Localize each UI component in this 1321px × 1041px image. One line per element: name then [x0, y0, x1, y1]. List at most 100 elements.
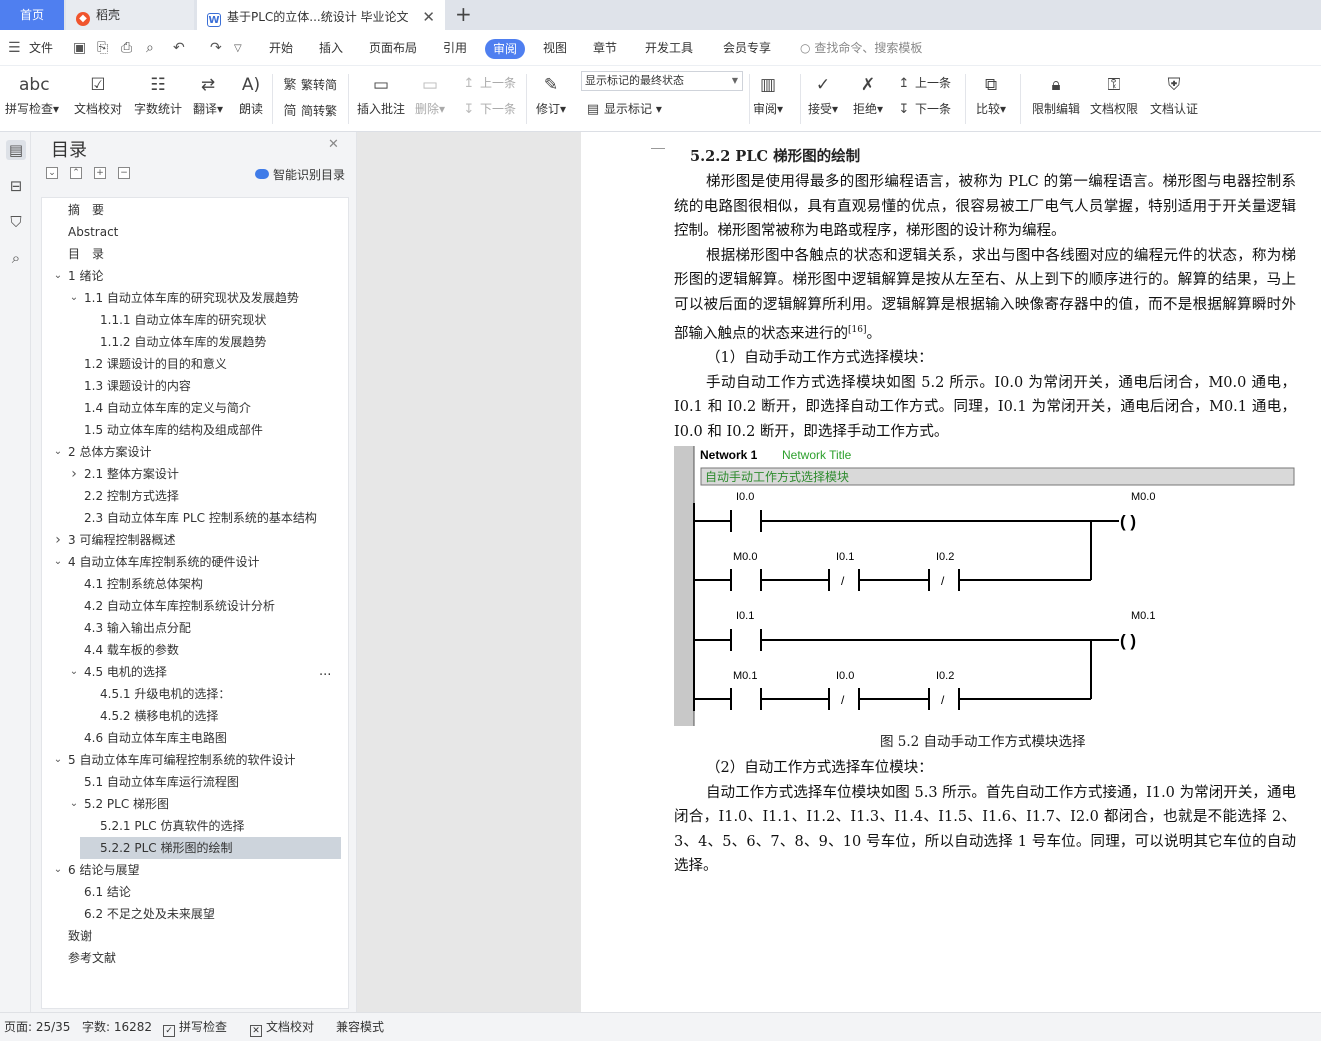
toc-item[interactable]: 1.1.2 自动立体车库的发展趋势: [42, 331, 342, 353]
toc-item[interactable]: 5.1 自动立体车库运行流程图: [42, 771, 348, 793]
delete-comment-button[interactable]: ▭ 删除▾: [415, 72, 445, 117]
menu-chapter[interactable]: 章节: [593, 30, 617, 66]
toc-item[interactable]: 1.2 课题设计的目的和意义: [42, 353, 348, 375]
prev-change-button[interactable]: ↥ 上一条: [896, 74, 951, 91]
menu-start[interactable]: 开始: [269, 30, 293, 66]
track-changes-button[interactable]: ✎ 修订▾: [536, 72, 566, 117]
toc-panel-icon[interactable]: ▤: [6, 140, 26, 160]
toc-item[interactable]: 4.5.1 升级电机的选择：: [42, 683, 342, 705]
menu-member[interactable]: 会员专享: [723, 30, 771, 66]
close-tab-icon[interactable]: ✕: [422, 2, 435, 30]
accept-button[interactable]: ✓ 接受▾: [808, 72, 838, 117]
toc-item[interactable]: ⌄ 5 自动立体车库可编程控制系统的软件设计: [42, 749, 348, 771]
close-panel-icon[interactable]: ✕: [328, 137, 339, 152]
chevron-down-icon[interactable]: ⌄: [68, 793, 80, 815]
hamburger-menu-icon[interactable]: ☰: [8, 40, 21, 56]
proofread-status[interactable]: ✕ 文档校对: [250, 1013, 314, 1041]
reject-button[interactable]: ✗ 拒绝▾: [853, 72, 883, 117]
find-icon[interactable]: ⌕: [6, 248, 26, 268]
toc-item[interactable]: ⌄ 1 绪论: [42, 265, 348, 287]
review-pane-button[interactable]: ▥ 审阅▾: [753, 72, 783, 117]
chevron-right-icon[interactable]: ›: [68, 463, 80, 485]
command-search[interactable]: ○ 查找命令、搜索模板: [800, 30, 922, 66]
toc-item[interactable]: ⌄ 4.5 电机的选择: [42, 661, 348, 683]
spell-check-button[interactable]: abc 拼写检查▾: [5, 72, 59, 117]
add-heading-icon[interactable]: +: [94, 167, 106, 179]
quick-access-dropdown-icon[interactable]: ▽: [234, 43, 242, 54]
export-pdf-icon[interactable]: ⎘: [97, 40, 108, 56]
word-count-button[interactable]: ☷ 字数统计: [134, 72, 182, 117]
chevron-down-icon[interactable]: ⌄: [52, 441, 64, 463]
doc-rights-button[interactable]: ⚿ 文档权限: [1090, 72, 1138, 117]
tab-home[interactable]: 首页: [0, 0, 64, 30]
toc-item[interactable]: 6.1 结论: [42, 881, 348, 903]
toc-item[interactable]: 目 录: [42, 243, 348, 265]
toc-item[interactable]: 参考文献: [42, 947, 348, 969]
collapse-all-icon[interactable]: ⌄: [46, 167, 58, 179]
redo-icon[interactable]: ↷: [210, 40, 222, 56]
print-preview-icon[interactable]: ⌕: [146, 40, 154, 56]
read-aloud-button[interactable]: A) 朗读: [238, 72, 264, 117]
toc-item[interactable]: ⌄ 5.2 PLC 梯形图: [42, 793, 348, 815]
toc-item[interactable]: › 3 可编程控制器概述: [42, 529, 348, 551]
toc-item[interactable]: 2.3 自动立体车库 PLC 控制系统的基本结构: [42, 507, 348, 529]
remove-heading-icon[interactable]: −: [118, 167, 130, 179]
toc-item[interactable]: 4.2 自动立体车库控制系统设计分析: [42, 595, 348, 617]
menu-references[interactable]: 引用: [443, 30, 467, 66]
next-comment-button[interactable]: ↧ 下一条: [461, 100, 516, 117]
menu-insert[interactable]: 插入: [319, 30, 343, 66]
save-icon[interactable]: ▣: [73, 40, 86, 56]
tab-daoke[interactable]: ◆ 稻壳: [66, 0, 194, 30]
toc-item[interactable]: 4.4 载车板的参数: [42, 639, 348, 661]
menu-page-layout[interactable]: 页面布局: [369, 30, 417, 66]
toc-item[interactable]: ⌄ 6 结论与展望: [42, 859, 348, 881]
insert-comment-button[interactable]: ▭ 插入批注: [357, 72, 405, 117]
menu-file[interactable]: 文件: [29, 30, 53, 66]
toc-item[interactable]: Abstract: [42, 221, 348, 243]
toc-item[interactable]: 4.3 输入输出点分配: [42, 617, 348, 639]
chevron-down-icon[interactable]: ⌄: [52, 749, 64, 771]
restrict-edit-button[interactable]: 🔒︎ 限制编辑: [1032, 72, 1080, 117]
markup-display-select[interactable]: 显示标记的最终状态 ▼: [581, 71, 743, 91]
prev-comment-button[interactable]: ↥ 上一条: [461, 74, 516, 91]
translate-button[interactable]: ⇄ 翻译▾: [193, 72, 223, 117]
toc-item[interactable]: 5.2.1 PLC 仿真软件的选择: [42, 815, 342, 837]
word-count-status[interactable]: 字数: 16282: [82, 1013, 152, 1041]
toc-item[interactable]: 1.4 自动立体车库的定义与简介: [42, 397, 348, 419]
chapter-nav-icon[interactable]: ⊟: [6, 176, 26, 196]
toc-item[interactable]: ⌄ 2 总体方案设计: [42, 441, 348, 463]
toc-item[interactable]: 4.5.2 横移电机的选择: [42, 705, 342, 727]
toc-item[interactable]: 1.5 动立体车库的结构及组成部件: [42, 419, 348, 441]
smart-toc-button[interactable]: 智能识别目录: [255, 166, 345, 183]
chevron-down-icon[interactable]: ⌄: [52, 265, 64, 287]
doc-check-button[interactable]: ☑ 文档校对: [74, 72, 122, 117]
menu-dev-tools[interactable]: 开发工具: [645, 30, 693, 66]
menu-view[interactable]: 视图: [543, 30, 567, 66]
toc-item[interactable]: 1.3 课题设计的内容: [42, 375, 348, 397]
toc-item[interactable]: ⌄ 4 自动立体车库控制系统的硬件设计: [42, 551, 348, 573]
page-count[interactable]: 页面: 25/35: [4, 1013, 70, 1041]
compare-button[interactable]: ⧉ 比较▾: [976, 72, 1006, 117]
print-icon[interactable]: ⎙: [121, 40, 132, 56]
toc-item[interactable]: 摘 要: [42, 199, 348, 221]
chevron-down-icon[interactable]: ⌄: [52, 551, 64, 573]
tab-document[interactable]: W 基于PLC的立体...统设计 毕业论文 ✕: [197, 0, 445, 30]
toc-item[interactable]: 4.6 自动立体车库主电路图: [42, 727, 348, 749]
next-change-button[interactable]: ↧ 下一条: [896, 100, 951, 117]
more-options-icon[interactable]: ...: [319, 661, 331, 683]
trad-to-simp-button[interactable]: 繁繁转简: [282, 74, 337, 93]
toc-item[interactable]: 4.1 控制系统总体架构: [42, 573, 348, 595]
chevron-down-icon[interactable]: ⌄: [52, 859, 64, 881]
undo-icon[interactable]: ↶: [173, 40, 185, 56]
spell-check-status[interactable]: ✓ 拼写检查: [163, 1013, 227, 1041]
toc-item[interactable]: ⌄ 1.1 自动立体车库的研究现状及发展趋势: [42, 287, 348, 309]
document-page[interactable]: 5.2.2 PLC 梯形图的绘制 梯形图是使用得最多的图形编程语言，被称为 PL…: [581, 132, 1321, 1012]
doc-auth-button[interactable]: ⛨ 文档认证: [1150, 72, 1198, 117]
toc-item[interactable]: 1.1.1 自动立体车库的研究现状: [42, 309, 342, 331]
chevron-down-icon[interactable]: ⌄: [68, 287, 80, 309]
toc-item[interactable]: 5.2.2 PLC 梯形图的绘制: [80, 837, 341, 859]
bookmark-icon[interactable]: ⛉: [6, 212, 26, 232]
simp-to-trad-button[interactable]: 简简转繁: [282, 100, 337, 119]
menu-review[interactable]: 审阅: [485, 39, 526, 59]
toc-item[interactable]: 6.2 不足之处及未来展望: [42, 903, 348, 925]
